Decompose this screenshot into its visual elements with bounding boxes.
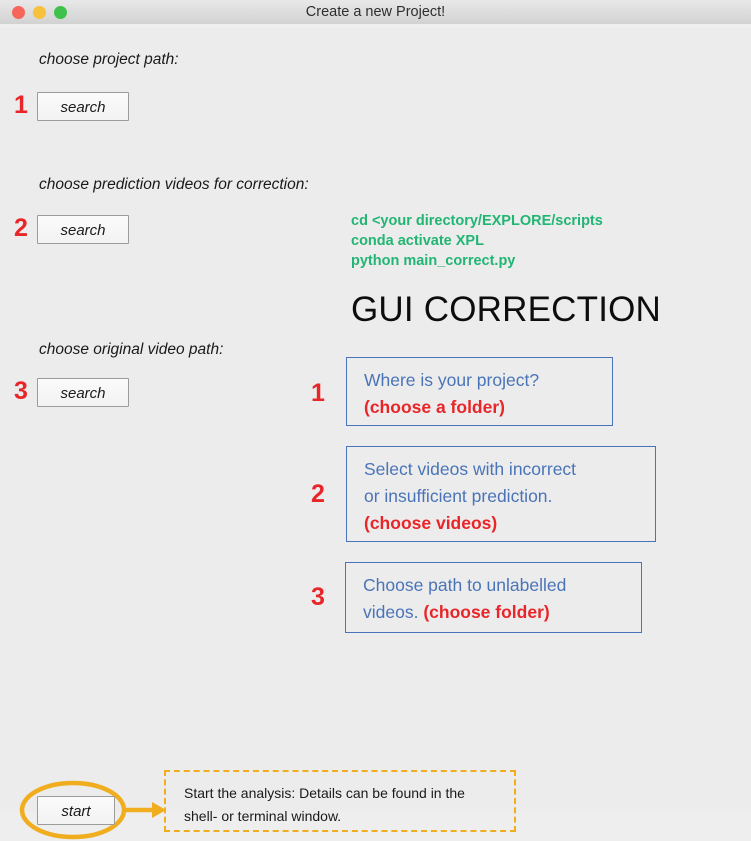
callout-box-1: Where is your project? (choose a folder) — [346, 357, 613, 426]
callout-number-1: 1 — [311, 379, 325, 407]
callout-1-line-1: Where is your project? — [364, 370, 540, 390]
titlebar-divider — [0, 24, 751, 28]
terminal-command-line-2: conda activate XPL — [351, 233, 484, 249]
application-window: Create a new Project! choose project pat… — [0, 0, 751, 841]
window-titlebar: Create a new Project! — [0, 0, 751, 25]
callout-3-line-1: Choose path to unlabelled — [363, 575, 567, 595]
search-project-path-button[interactable]: search — [37, 92, 129, 121]
window-title: Create a new Project! — [305, 4, 446, 20]
original-video-path-label: choose original video path: — [39, 341, 224, 358]
start-button[interactable]: start — [37, 796, 115, 825]
start-analysis-note-box: Start the analysis: Details can be found… — [164, 770, 516, 832]
callout-2-line-3: (choose videos) — [364, 513, 498, 533]
step-number-2: 2 — [14, 214, 28, 242]
callout-3-line-2-accent: (choose folder) — [423, 602, 550, 622]
step-number-1: 1 — [14, 91, 28, 119]
callout-number-2: 2 — [311, 480, 325, 508]
step-number-3: 3 — [14, 377, 28, 405]
callout-1-line-2: (choose a folder) — [364, 397, 505, 417]
callout-box-2: Select videos with incorrect or insuffic… — [346, 446, 656, 542]
callout-box-3: Choose path to unlabelled videos. (choos… — [345, 562, 642, 633]
callout-number-3: 3 — [311, 583, 325, 611]
callout-3-line-2-prefix: videos. — [363, 602, 424, 622]
search-original-video-path-button[interactable]: search — [37, 378, 129, 407]
project-path-label: choose project path: — [39, 51, 179, 68]
terminal-command-line-1: cd <your directory/EXPLORE/scripts — [351, 213, 603, 229]
terminal-command-line-3: python main_correct.py — [351, 253, 516, 269]
callout-3-line-2: videos. (choose folder) — [363, 599, 627, 626]
note-line-1: Start the analysis: Details can be found… — [184, 785, 465, 801]
callout-2-line-2: or insufficient prediction. — [364, 486, 553, 506]
prediction-videos-label: choose prediction videos for correction: — [39, 176, 309, 193]
terminal-command-block: cd <your directory/EXPLORE/scripts conda… — [351, 211, 603, 271]
search-prediction-videos-button[interactable]: search — [37, 215, 129, 244]
gui-correction-heading: GUI CORRECTION — [351, 290, 662, 329]
note-line-2: shell- or terminal window. — [184, 808, 342, 824]
callout-2-line-1: Select videos with incorrect — [364, 459, 577, 479]
